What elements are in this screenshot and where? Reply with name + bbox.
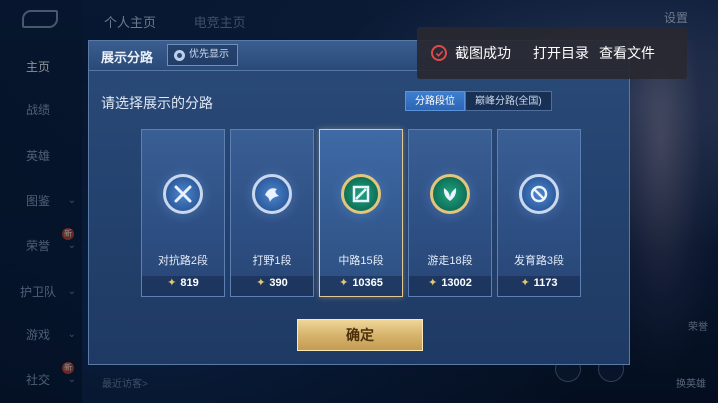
open-directory-link[interactable]: 打开目录 [533, 43, 589, 63]
lane-score: ✦ 13002 [409, 276, 491, 289]
laurel-icon: ✦ [256, 277, 266, 289]
tab-lane-rank[interactable]: 分路段位 [405, 91, 465, 111]
lane-display-dialog: 展示分路 优先显示 请选择展示的分路 分路段位 巅峰分路(全国) 对抗路2段 ✦… [88, 40, 630, 365]
lane-score: ✦ 819 [142, 276, 224, 289]
screenshot-toast: 截图成功 打开目录 查看文件 [417, 27, 687, 79]
gear-icon [174, 49, 185, 61]
confirm-button[interactable]: 确定 [297, 319, 423, 351]
lane-card-roam[interactable]: 游走18段 ✦ 13002 [408, 129, 492, 297]
lane-tabs: 分路段位 巅峰分路(全国) [405, 91, 552, 111]
laurel-icon: ✦ [167, 277, 177, 289]
marksman-icon [519, 174, 559, 214]
lane-name: 发育路3段 [513, 255, 565, 267]
toast-message: 截图成功 [455, 45, 511, 61]
dragon-icon [252, 174, 292, 214]
mid-lane-icon [341, 174, 381, 214]
lane-name: 中路15段 [338, 255, 384, 267]
laurel-icon: ✦ [428, 277, 438, 289]
view-file-link[interactable]: 查看文件 [599, 43, 655, 63]
lane-card-top[interactable]: 对抗路2段 ✦ 819 [141, 129, 225, 297]
lane-name: 游走18段 [427, 255, 473, 267]
tab-peak-lane[interactable]: 巅峰分路(全国) [465, 91, 552, 111]
lane-card-mid[interactable]: 中路15段 ✦ 10365 [319, 129, 403, 297]
lane-score-value: 1173 [533, 277, 558, 289]
support-leaf-icon [430, 174, 470, 214]
dialog-prompt: 请选择展示的分路 [101, 95, 213, 111]
lane-score: ✦ 1173 [498, 276, 580, 289]
crossed-swords-icon [163, 174, 203, 214]
lane-score: ✦ 10365 [320, 276, 402, 289]
priority-display-label: 优先显示 [189, 49, 229, 60]
check-icon [431, 45, 447, 61]
lane-name: 对抗路2段 [157, 255, 209, 267]
laurel-icon: ✦ [520, 277, 530, 289]
lane-score-value: 390 [269, 277, 288, 289]
laurel-icon: ✦ [339, 277, 349, 289]
priority-display-button[interactable]: 优先显示 [167, 44, 238, 66]
lane-card-farm[interactable]: 发育路3段 ✦ 1173 [497, 129, 581, 297]
lane-score: ✦ 390 [231, 276, 313, 289]
lane-card-jungle[interactable]: 打野1段 ✦ 390 [230, 129, 314, 297]
lane-score-value: 819 [180, 277, 199, 289]
lane-score-value: 10365 [352, 277, 383, 289]
lane-score-value: 13002 [441, 277, 472, 289]
lane-name: 打野1段 [252, 255, 292, 267]
dialog-title: 展示分路 [101, 50, 154, 65]
